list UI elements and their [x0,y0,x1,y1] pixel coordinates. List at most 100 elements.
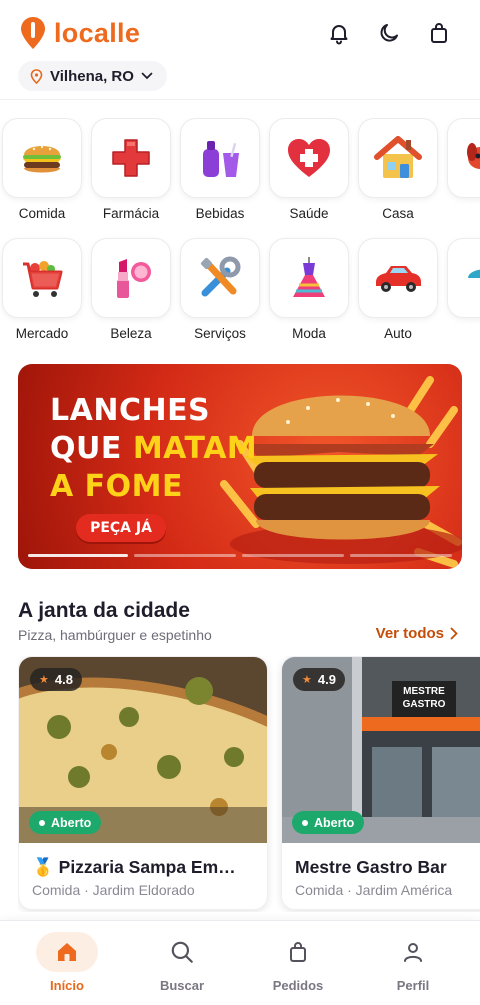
user-icon [382,932,444,972]
status-label: Aberto [314,815,355,830]
category-label: Auto [384,326,412,341]
restaurant-name: Mestre Gastro Bar [295,857,447,877]
chevron-right-icon [450,627,458,640]
nav-label: Pedidos [272,978,324,993]
home-icon [36,932,98,972]
category-tile [447,238,480,318]
carousel-indicator [28,554,452,558]
category-tile [180,118,260,198]
restaurant-name: 🥇 Pizzaria Sampa Em… [32,857,236,877]
nav-buscar[interactable]: Buscar [122,921,242,1005]
status-dot-icon [302,819,308,826]
status-label: Aberto [51,815,92,830]
burger-icon [23,145,61,173]
category-tile [269,238,349,318]
category-auto[interactable]: Auto [358,238,438,341]
logo-pin-icon [21,17,45,49]
nav-perfil[interactable]: Perfil [353,921,473,1005]
restaurant-meta: Comida · Jardim América [295,882,453,898]
category-label: Comida [18,206,66,221]
bell-icon[interactable] [326,20,352,46]
banner-line-2b: MATAM [132,431,258,466]
section-subtitle: Pizza, hambúrguer e espetinho [18,627,212,643]
category-mercado[interactable]: Mercado [2,238,82,341]
umbrella-icon [468,269,480,278]
brand-name: localle [54,17,141,48]
category-tile [2,118,82,198]
category-tile [358,238,438,318]
nav-label: Início [50,978,84,993]
banner-line-2a: QUE [50,431,133,466]
heart-health-icon [288,139,330,177]
restaurant-card[interactable]: ★ 4.8 Aberto 🥇 Pizzaria Sampa Em… Comida… [18,656,268,910]
nav-label: Perfil [396,978,430,993]
bag-icon[interactable] [426,20,452,46]
star-icon: ★ [302,674,312,686]
see-all-label: Ver todos [375,625,444,642]
banner-line-1: LANCHES [50,393,211,428]
nav-label: Buscar [159,978,205,993]
bag-icon [267,932,329,972]
storefront-sign-line-1: MESTRE [403,686,445,697]
carousel-dot[interactable] [350,554,452,557]
moon-icon[interactable] [376,20,402,46]
see-all-link[interactable]: Ver todos [376,625,458,642]
category-moda[interactable]: Moda [269,238,349,341]
category-tile [2,238,82,318]
nav-pedidos[interactable]: Pedidos [238,921,358,1005]
category-tile [91,238,171,318]
storefront-sign: MESTRE GASTRO [394,685,454,715]
banner-headline: LANCHES QUE MATAM A FOME [50,392,257,506]
category-lazer[interactable]: L [447,238,480,341]
restaurant-card[interactable]: MESTRE GASTRO ★ 4.9 Aberto Mestre Gastro… [281,656,480,910]
car-icon [376,266,421,292]
medical-cross-icon [112,139,150,177]
search-icon [151,932,213,972]
category-tile [180,238,260,318]
location-label: Vilhena, RO [50,67,134,85]
rating-badge: ★ 4.9 [293,668,345,691]
house-icon [374,136,422,178]
star-icon: ★ [39,674,49,686]
banner-cta-button[interactable]: PEÇA JÁ [76,514,166,542]
category-tile [447,118,480,198]
storefront-sign-line-2: GASTRO [402,699,446,710]
category-label: Farmácia [102,206,160,221]
restaurant-meta: Comida · Jardim Eldorado [32,882,195,898]
restaurant-carousel: ★ 4.8 Aberto 🥇 Pizzaria Sampa Em… Comida… [18,656,480,912]
nav-inicio[interactable]: Início [7,921,127,1005]
category-casa[interactable]: Casa [358,118,438,221]
location-pin-icon [30,68,43,84]
app-header: localle Vilhena, RO [0,0,480,100]
tools-icon [200,256,241,297]
logo[interactable]: localle [20,16,140,50]
category-grid: Comida Farmácia Bebidas Saúde Casa Merca… [0,118,480,358]
shopping-cart-icon [23,261,63,297]
category-label: Beleza [110,326,152,341]
location-selector[interactable]: Vilhena, RO [18,61,167,91]
category-label: Moda [292,326,326,341]
category-label: Mercado [15,326,69,341]
bottom-navigation: Início Buscar Pedidos Perfil [0,920,480,1005]
section-title: A janta da cidade [18,599,190,622]
carousel-dot[interactable] [242,554,344,557]
category-farmacia[interactable]: Farmácia [91,118,171,221]
category-pet[interactable] [447,118,480,221]
carousel-dot[interactable] [28,554,128,557]
category-servicos[interactable]: Serviços [180,238,260,341]
rating-value: 4.8 [54,672,73,687]
category-saude[interactable]: Saúde [269,118,349,221]
category-bebidas[interactable]: Bebidas [180,118,260,221]
status-badge: Aberto [29,811,102,834]
carousel-dot[interactable] [134,554,236,557]
category-label: Casa [382,206,414,221]
category-tile [358,118,438,198]
status-badge: Aberto [292,811,365,834]
rating-value: 4.9 [317,672,336,687]
banner-line-3: A FOME [50,469,184,504]
category-comida[interactable]: Comida [2,118,82,221]
category-beleza[interactable]: Beleza [91,238,171,341]
promo-banner[interactable]: LANCHES QUE MATAM A FOME PEÇA JÁ [18,364,462,569]
category-tile [269,118,349,198]
category-label: Serviços [194,326,246,341]
